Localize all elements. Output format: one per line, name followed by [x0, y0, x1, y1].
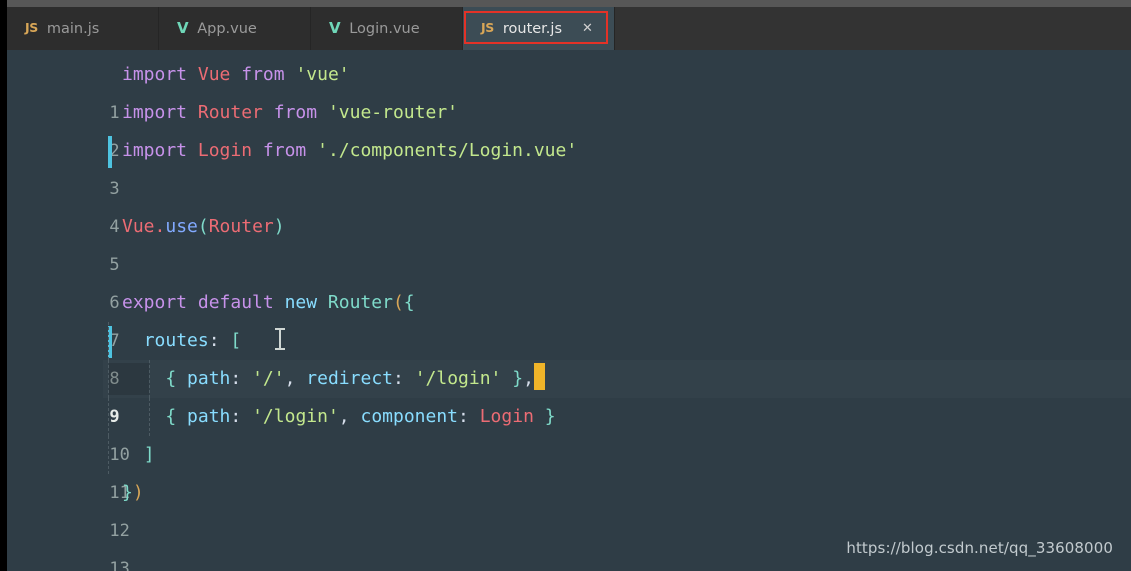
watermark-url: https://blog.csdn.net/qq_33608000 — [846, 539, 1113, 557]
tab-label: router.js — [502, 20, 562, 37]
vue-file-icon: V — [177, 19, 189, 37]
mouse-text-cursor — [275, 328, 286, 350]
line-number-gutter: 3 — [7, 132, 120, 199]
code-line: 7 export default new Router({ — [7, 284, 1131, 351]
editor-tab-bar: JS main.js V App.vue V Login.vue JS rout… — [7, 7, 1131, 50]
code-text: routes: [ — [103, 322, 1131, 360]
line-number-gutter: 8 — [7, 322, 120, 389]
code-text: import Router from 'vue-router' — [122, 102, 458, 123]
line-number-gutter: 13 — [7, 512, 129, 571]
line-number-gutter: 10 — [7, 398, 129, 465]
line-number-gutter: 11 — [7, 436, 129, 503]
code-text: export default new Router({ — [122, 292, 415, 313]
tab-label: main.js — [46, 20, 100, 37]
code-text: { path: '/', redirect: '/login' }, — [103, 360, 1131, 398]
code-line: 10 { path: '/login', component: Login } — [7, 398, 1131, 465]
tab-app-vue[interactable]: V App.vue — [159, 7, 311, 50]
close-icon[interactable]: ✕ — [582, 22, 593, 35]
code-line: 8 routes: [ — [7, 322, 1131, 389]
line-number-gutter: 2 — [7, 94, 119, 161]
indent-guide — [108, 322, 109, 360]
editor-window: JS main.js V App.vue V Login.vue JS rout… — [0, 0, 1131, 571]
code-line: 6 — [7, 246, 1131, 313]
tab-router-js[interactable]: JS router.js ✕ — [463, 7, 615, 50]
code-text: ] — [103, 436, 1131, 474]
code-text: Vue.use(Router) — [122, 216, 285, 237]
code-text: { path: '/login', component: Login } — [103, 398, 1131, 436]
indent-guide — [149, 360, 150, 398]
code-line: 4 — [7, 170, 1131, 237]
line-number-gutter: 4 — [7, 170, 119, 237]
tab-label: Login.vue — [349, 20, 420, 37]
line-number-gutter: 6 — [7, 246, 119, 313]
code-line: 2 import Router from 'vue-router' — [7, 94, 1131, 161]
line-number-gutter: 5 — [7, 208, 119, 275]
js-file-icon: JS — [481, 20, 494, 36]
line-number-gutter: 1 — [7, 56, 119, 123]
code-line-current: 9 { path: '/', redirect: '/login' }, — [7, 360, 1131, 427]
line-number: 13 — [109, 559, 130, 571]
code-line: 12 }) — [7, 474, 1131, 541]
indent-guide — [108, 360, 109, 398]
code-editor[interactable]: 1 import Vue from 'vue' 2 import Router … — [7, 50, 1131, 571]
indent-guide — [108, 436, 109, 474]
code-line: 11 ] — [7, 436, 1131, 503]
line-number-gutter: 9 — [7, 360, 119, 427]
code-text: import Login from './components/Login.vu… — [122, 140, 578, 161]
indent-guide — [149, 398, 150, 436]
js-file-icon: JS — [25, 20, 38, 36]
code-text: import Vue from 'vue' — [122, 64, 350, 85]
code-line: 3 import Login from './components/Login.… — [7, 132, 1131, 199]
indent-guide — [108, 398, 109, 436]
tab-login-vue[interactable]: V Login.vue — [311, 7, 463, 50]
tab-main-js[interactable]: JS main.js — [7, 7, 159, 50]
code-lines: 1 import Vue from 'vue' 2 import Router … — [7, 50, 1131, 571]
code-text: }) — [122, 482, 144, 503]
vue-file-icon: V — [329, 19, 341, 37]
text-cursor — [533, 363, 545, 390]
window-top-strip — [7, 0, 1131, 7]
tab-label: App.vue — [197, 20, 257, 37]
line-number-gutter: 7 — [7, 284, 119, 351]
line-number-gutter: 12 — [7, 474, 129, 541]
whitespace-highlight — [109, 363, 149, 395]
code-line: 5 Vue.use(Router) — [7, 208, 1131, 275]
code-line: 1 import Vue from 'vue' — [7, 56, 1131, 123]
